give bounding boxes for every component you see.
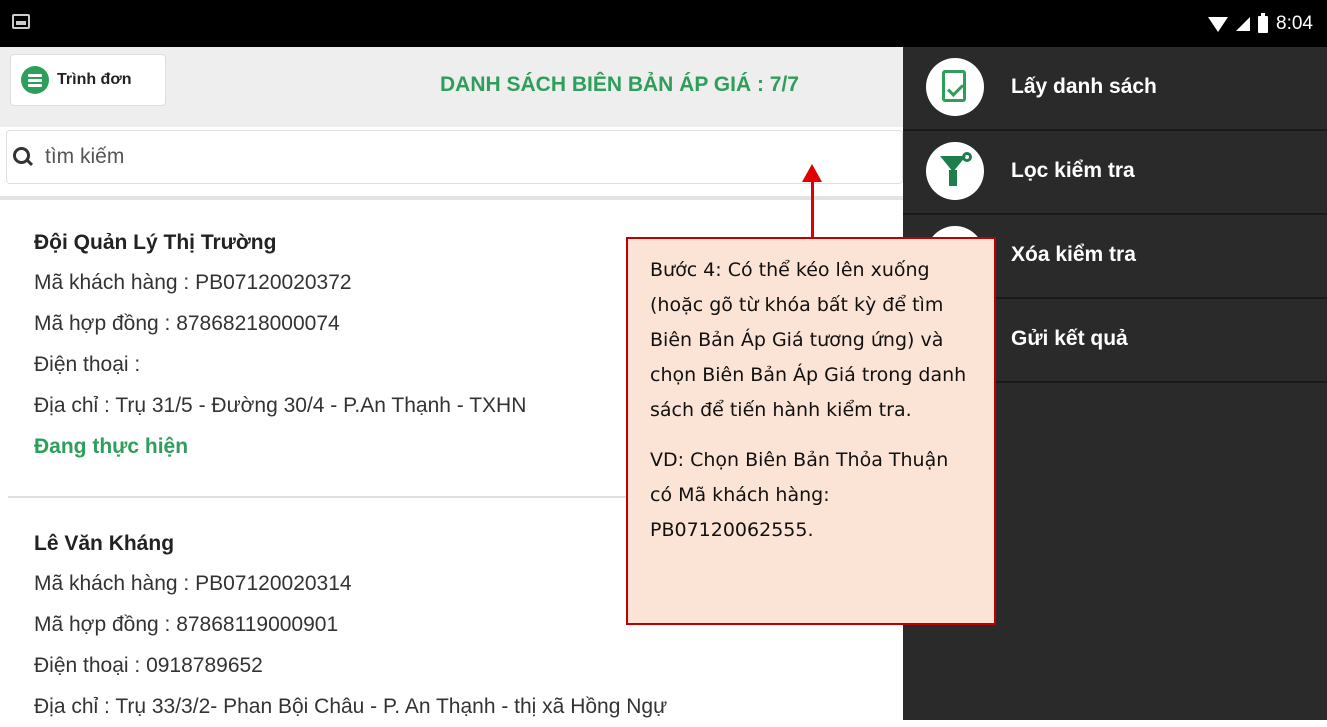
filter-icon xyxy=(926,142,984,200)
status-bar: 8:04 xyxy=(0,0,1327,47)
drawer-item-label: Lọc kiểm tra xyxy=(1011,159,1135,182)
wifi-icon xyxy=(1208,16,1229,32)
document-check-icon xyxy=(926,58,984,116)
drawer-item-label: Lấy danh sách xyxy=(1011,75,1157,98)
callout-arrow xyxy=(811,176,814,238)
battery-icon xyxy=(1258,12,1269,33)
header: Trình đơn DANH SÁCH BIÊN BẢN ÁP GIÁ : 7/… xyxy=(0,47,903,127)
clock: 8:04 xyxy=(1276,13,1313,34)
search-input[interactable] xyxy=(43,144,847,170)
drawer-item-label: Xóa kiểm tra xyxy=(1011,243,1136,266)
image-notification-icon xyxy=(12,14,30,29)
drawer-item-get-list[interactable]: Lấy danh sách xyxy=(903,47,1327,131)
drawer-item-label: Gửi kết quả xyxy=(1011,327,1128,350)
page-title: DANH SÁCH BIÊN BẢN ÁP GIÁ : 7/7 xyxy=(440,73,799,96)
list-icon xyxy=(21,66,49,94)
list-separator xyxy=(0,196,903,200)
menu-label: Trình đơn xyxy=(57,71,132,88)
callout-step-text: Bước 4: Có thể kéo lên xuống (hoặc gõ từ… xyxy=(650,259,967,421)
record-address: Địa chỉ : Trụ 33/3/2- Phan Bội Châu - P.… xyxy=(34,695,668,718)
arrow-up-icon xyxy=(802,164,822,182)
instruction-callout: Bước 4: Có thể kéo lên xuống (hoặc gõ từ… xyxy=(626,237,996,625)
search-bar[interactable] xyxy=(6,130,903,184)
search-icon xyxy=(13,147,34,167)
signal-icon xyxy=(1236,17,1251,31)
record-phone: Điện thoại : 0918789652 xyxy=(34,654,263,677)
drawer-item-filter[interactable]: Lọc kiểm tra xyxy=(903,131,1327,215)
menu-button[interactable]: Trình đơn xyxy=(10,54,166,106)
callout-example-text: VD: Chọn Biên Bản Thỏa Thuận có Mã khách… xyxy=(650,449,949,541)
